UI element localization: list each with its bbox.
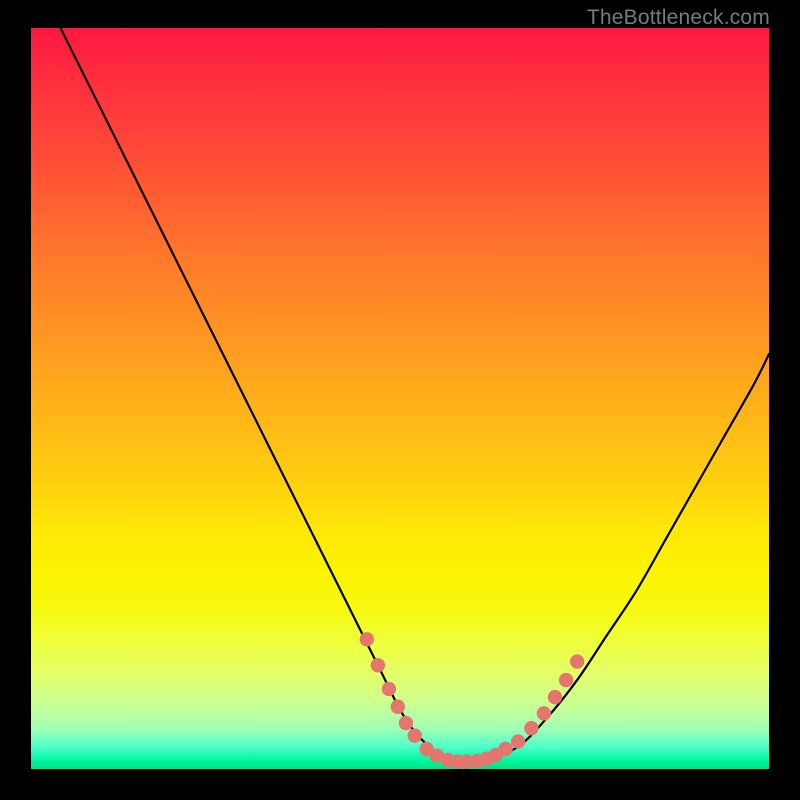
- marker-dot: [399, 716, 413, 730]
- marker-dot: [371, 658, 385, 672]
- bottleneck-curve: [61, 28, 769, 762]
- marker-dot: [391, 700, 405, 714]
- marker-dot: [570, 654, 584, 668]
- marker-dot: [537, 706, 551, 720]
- attribution-text: TheBottleneck.com: [587, 6, 770, 30]
- highlight-markers: [360, 632, 585, 769]
- marker-dot: [382, 682, 396, 696]
- chart-overlay: [31, 28, 769, 769]
- marker-dot: [360, 632, 374, 646]
- marker-dot: [559, 673, 573, 687]
- marker-dot: [511, 734, 525, 748]
- marker-dot: [524, 721, 538, 735]
- chart-frame: TheBottleneck.com: [0, 0, 800, 800]
- marker-dot: [498, 742, 512, 756]
- marker-dot: [408, 728, 422, 742]
- marker-dot: [548, 690, 562, 704]
